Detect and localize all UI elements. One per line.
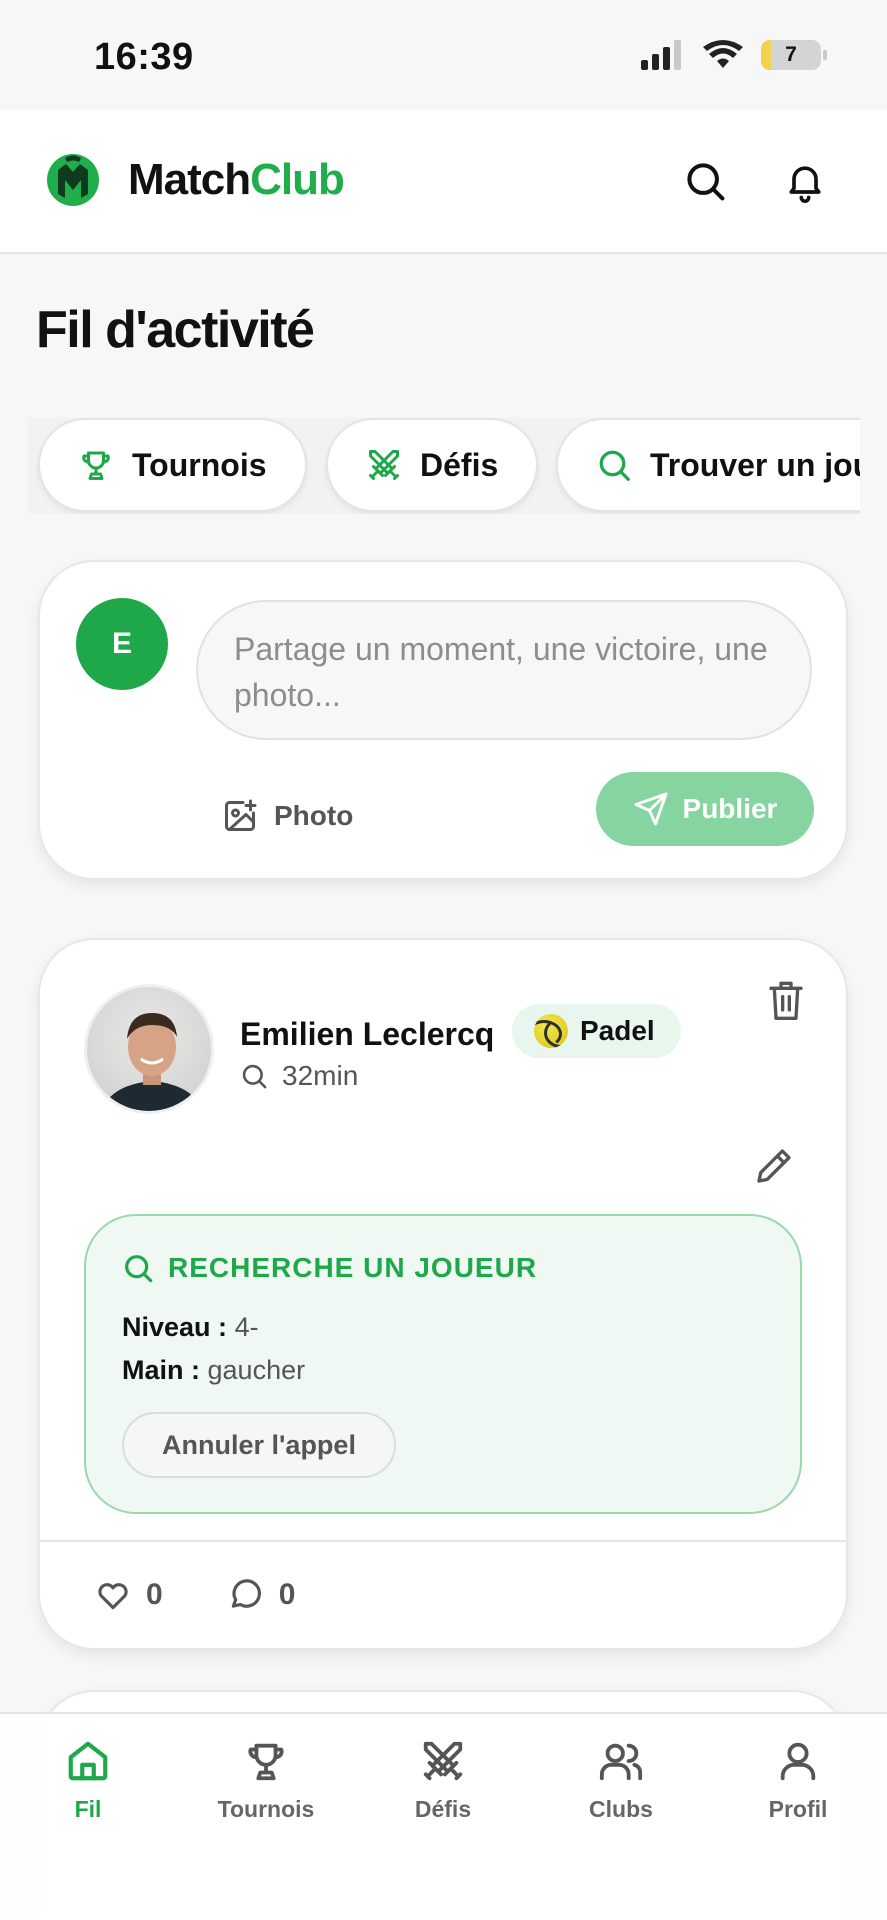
level-value: 4- [234, 1312, 259, 1342]
chip-trouver-un-joueur[interactable]: Trouver un jou [556, 418, 860, 512]
tab-fil[interactable]: Fil [23, 1738, 153, 1823]
edit-post-button[interactable] [754, 1146, 794, 1186]
player-search-box: RECHERCHE UN JOUEUR Niveau : 4- Main : g… [84, 1214, 802, 1514]
chip-label: Défis [420, 446, 499, 483]
post-card: Emilien Leclercq Padel 32min RECHERCHE U… [38, 938, 848, 1650]
photo-label: Photo [274, 800, 354, 831]
image-add-icon [225, 799, 257, 831]
publish-button[interactable]: Publier [596, 772, 814, 846]
user-icon [780, 1742, 816, 1781]
hand-row: Main : gaucher [122, 1355, 305, 1386]
pencil-icon [757, 1149, 791, 1183]
post-actions: 0 0 [94, 1576, 295, 1614]
swords-icon [369, 450, 399, 480]
like-count: 0 [146, 1578, 163, 1611]
signal-icon [641, 40, 681, 70]
player-search-title: RECHERCHE UN JOUEUR [168, 1252, 538, 1283]
swords-icon [423, 1741, 463, 1781]
status-time: 16:39 [94, 36, 194, 78]
search-icon [242, 1064, 267, 1089]
tab-tournois[interactable]: Tournois [201, 1738, 331, 1823]
tab-label: Fil [74, 1796, 102, 1822]
level-label: Niveau : [122, 1312, 228, 1342]
avatar: E [76, 598, 168, 690]
battery-indicator: 7 [761, 40, 821, 70]
tab-defis[interactable]: Défis [378, 1738, 508, 1823]
player-search-header: RECHERCHE UN JOUEUR [122, 1252, 537, 1284]
users-icon [599, 1743, 643, 1781]
comment-count: 0 [278, 1578, 296, 1611]
post-meta: 32min [240, 1060, 358, 1092]
cancel-call-button[interactable]: Annuler l'appel [122, 1412, 396, 1478]
tab-label: Profil [768, 1796, 828, 1822]
search-icon [599, 450, 630, 481]
tab-clubs[interactable]: Clubs [556, 1738, 686, 1823]
comment-button[interactable]: 0 [227, 1576, 296, 1614]
hand-value: gaucher [207, 1355, 306, 1385]
chip-defis[interactable]: Défis [326, 418, 539, 512]
search-button[interactable] [680, 156, 730, 206]
comment-icon [231, 1579, 261, 1608]
status-bar: 16:39 7 [0, 0, 887, 110]
chip-label: Trouver un jou [650, 446, 860, 483]
app-bar: MatchClub [0, 110, 887, 254]
trophy-icon [82, 451, 110, 480]
trophy-icon [248, 1743, 284, 1781]
post-time: 32min [282, 1060, 359, 1091]
battery-level: 7 [785, 43, 797, 66]
post-input[interactable]: Partage un moment, une victoire, une pho… [196, 600, 812, 740]
search-icon [125, 1255, 153, 1283]
home-icon [68, 1741, 108, 1781]
matchclub-logo-icon [47, 154, 99, 206]
bottom-tab-bar: Fil Tournois Défis Clubs Profil [0, 1712, 887, 1920]
bell-icon [789, 166, 821, 203]
sport-label: Padel [580, 1015, 655, 1046]
level-row: Niveau : 4- [122, 1312, 259, 1343]
page-title: Fil d'activité [36, 301, 315, 359]
divider [40, 1540, 846, 1542]
send-icon [634, 792, 668, 826]
hand-label: Main : [122, 1355, 200, 1385]
battery-cap [823, 50, 827, 60]
tab-label: Clubs [589, 1796, 653, 1822]
heart-icon [98, 1583, 128, 1610]
notifications-button[interactable] [780, 156, 830, 206]
wifi-icon [703, 40, 743, 68]
tab-label: Tournois [217, 1796, 315, 1822]
author-avatar[interactable] [84, 984, 214, 1114]
brand-part-match: Match [128, 155, 251, 204]
brand-part-club: Club [250, 155, 345, 204]
author-photo-icon [100, 1013, 204, 1111]
publish-label: Publier [682, 793, 778, 824]
chip-label: Tournois [132, 446, 267, 483]
chip-tournois[interactable]: Tournois [38, 418, 307, 512]
like-button[interactable]: 0 [94, 1576, 163, 1614]
status-icons: 7 [641, 40, 827, 70]
trash-icon [769, 981, 803, 1020]
tab-profil[interactable]: Profil [733, 1738, 863, 1823]
delete-post-button[interactable] [766, 978, 806, 1022]
sport-badge: Padel [512, 1004, 681, 1058]
tab-label: Défis [414, 1796, 472, 1822]
padel-ball-icon [534, 1014, 568, 1048]
search-icon [687, 163, 725, 201]
quick-filter-chips: Tournois Défis Trouver un jou [28, 418, 860, 514]
post-composer: E Partage un moment, une victoire, une p… [38, 560, 848, 880]
brand-name: MatchClub [128, 155, 345, 205]
author-name[interactable]: Emilien Leclercq [240, 1016, 494, 1053]
add-photo-button[interactable]: Photo [222, 788, 353, 844]
